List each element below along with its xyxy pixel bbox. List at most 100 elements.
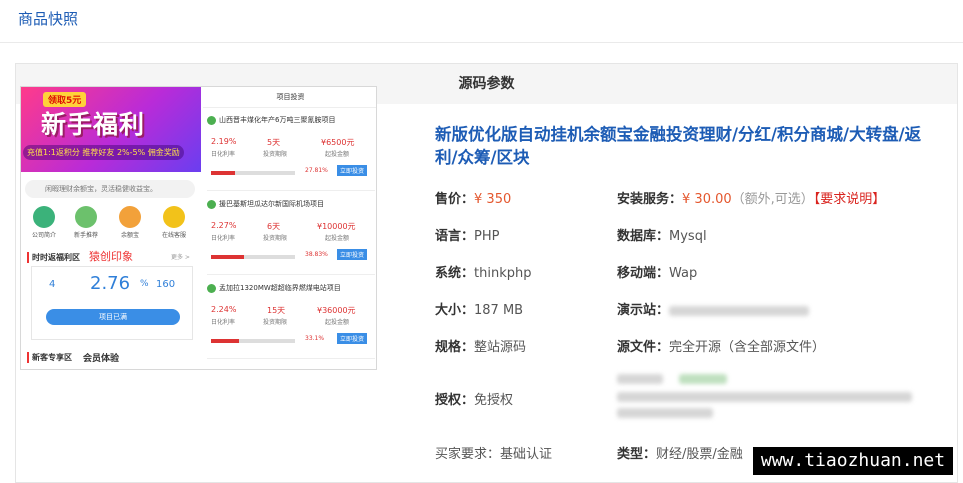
rate-main-value: 2.76 bbox=[90, 273, 131, 294]
install-note: （额外,可选） bbox=[731, 192, 814, 207]
spec-label: 规格： bbox=[435, 340, 475, 355]
thumb-left-column: 闲暇理财余额宝，灵活稳健收益宝。 公司简介 新手推荐 余额宝 在线客服 时时返福… bbox=[21, 172, 201, 369]
mobile-row: 移动端：Wap bbox=[617, 262, 697, 281]
system-label: 系统： bbox=[435, 266, 475, 281]
invest-button[interactable]: 立即投资 bbox=[337, 249, 368, 260]
project-amount: ¥36000元 bbox=[317, 306, 356, 315]
project-progress-bar bbox=[211, 255, 295, 259]
timed-section-title: 时时返福利区 bbox=[27, 252, 80, 263]
price-row: 售价：¥ 350 bbox=[435, 188, 511, 207]
buyer-label: 买家要求： bbox=[435, 447, 501, 462]
service-icon bbox=[163, 206, 185, 228]
system-value: thinkphp bbox=[474, 266, 532, 281]
project-days: 6天 bbox=[267, 222, 281, 231]
mobile-label: 移动端： bbox=[617, 266, 670, 281]
site-watermark: www.tiaozhuan.net bbox=[753, 447, 953, 475]
thumb-right-column: 项目投资 山西晋丰煤化年产6万吨三聚氰胺项目 2.19% 5天 ¥6500元 日… bbox=[203, 87, 376, 369]
system-row: 系统：thinkphp bbox=[435, 262, 531, 281]
language-value: PHP bbox=[474, 229, 500, 244]
blurred-line-1 bbox=[617, 374, 663, 384]
size-value: 187 MB bbox=[474, 303, 524, 318]
blurred-text-block bbox=[617, 372, 917, 418]
project-dot-icon bbox=[207, 115, 216, 125]
install-requirements-link[interactable]: 【要求说明】 bbox=[814, 192, 886, 207]
shortcut-icons: 公司简介 新手推荐 余额宝 在线客服 bbox=[25, 206, 197, 246]
invest-button[interactable]: 立即投资 bbox=[337, 333, 368, 344]
database-row: 数据库：Mysql bbox=[617, 225, 707, 244]
buyer-row: 买家要求：基础认证 bbox=[435, 443, 552, 462]
top-divider bbox=[0, 42, 963, 43]
buyer-value: 基础认证 bbox=[500, 447, 553, 462]
spec-value: 整站源码 bbox=[474, 340, 527, 355]
database-value: Mysql bbox=[669, 229, 707, 244]
project-item: 孟加拉1320MW超超临界燃煤电站项目 2.24% 15天 ¥36000元 日化… bbox=[207, 283, 375, 359]
rate-right-value: 160 bbox=[156, 279, 176, 290]
type-label: 类型： bbox=[617, 447, 657, 462]
project-percent: 38.83% bbox=[305, 251, 328, 258]
product-thumbnail[interactable]: 领取5元 新手福利 充值1:1返积分 推荐好友 2%-5% 佣金奖励 闲暇理财余… bbox=[20, 86, 377, 370]
project-rate: 2.27% bbox=[211, 221, 237, 230]
project-period-label: 投资期限 bbox=[263, 235, 288, 242]
language-row: 语言：PHP bbox=[435, 225, 499, 244]
price-value: ¥ 350 bbox=[474, 192, 512, 207]
files-label: 源文件： bbox=[617, 340, 670, 355]
project-item: 援巴基斯坦瓜达尔新国际机场项目 2.27% 6天 ¥10000元 日化利率 投资… bbox=[207, 199, 375, 275]
files-row: 源文件：完全开源（含全部源文件） bbox=[617, 336, 825, 355]
demo-row: 演示站： bbox=[617, 299, 810, 318]
rate-box: 4 2.76 % 160 项目已满 bbox=[31, 266, 193, 340]
project-period-label: 投资期限 bbox=[263, 151, 288, 158]
project-period-label: 投资期限 bbox=[263, 319, 288, 326]
shortcut-label-service: 在线客服 bbox=[161, 232, 186, 239]
banner-subline: 充值1:1返积分 推荐好友 2%-5% 佣金奖励 bbox=[23, 145, 184, 160]
notice-bar: 闲暇理财余额宝，灵活稳健收益宝。 bbox=[25, 180, 195, 198]
blurred-line-3 bbox=[617, 408, 713, 418]
project-list-heading: 项目投资 bbox=[203, 87, 376, 108]
project-percent: 33.1% bbox=[305, 335, 325, 342]
project-rate-label: 日化利率 bbox=[211, 235, 236, 242]
shortcut-label-invite: 新手推荐 bbox=[73, 232, 98, 239]
type-row: 类型：财经/股票/金融 bbox=[617, 443, 743, 462]
page-title: 商品快照 bbox=[18, 10, 79, 28]
product-title[interactable]: 新版优化版自动挂机余额宝金融投资理财/分红/积分商城/大转盘/返利/众筹/区块 bbox=[435, 123, 925, 169]
mobile-value: Wap bbox=[669, 266, 698, 281]
blurred-line-2 bbox=[617, 392, 912, 402]
banner-headline: 新手福利 bbox=[41, 110, 146, 139]
project-progress-bar bbox=[211, 171, 295, 175]
promo-banner: 领取5元 新手福利 充值1:1返积分 推荐好友 2%-5% 佣金奖励 bbox=[21, 87, 201, 172]
project-item: 山西晋丰煤化年产6万吨三聚氰胺项目 2.19% 5天 ¥6500元 日化利率 投… bbox=[207, 115, 375, 191]
project-amount: ¥10000元 bbox=[317, 222, 356, 231]
demo-label: 演示站： bbox=[617, 303, 670, 318]
shortcut-label-yuebao: 余额宝 bbox=[120, 232, 139, 239]
project-rate-label: 日化利率 bbox=[211, 319, 236, 326]
files-value: 完全开源（含全部源文件） bbox=[669, 340, 826, 355]
price-label: 售价： bbox=[435, 192, 475, 207]
project-title: 山西晋丰煤化年产6万吨三聚氰胺项目 bbox=[219, 116, 336, 124]
project-start-label: 起投金额 bbox=[325, 235, 350, 242]
blurred-line-1b bbox=[679, 374, 727, 384]
project-days: 5天 bbox=[267, 138, 281, 147]
language-label: 语言： bbox=[435, 229, 475, 244]
spec-row: 规格：整站源码 bbox=[435, 336, 526, 355]
auth-row: 授权：免授权 bbox=[435, 389, 513, 408]
project-rate: 2.19% bbox=[211, 137, 237, 146]
install-row: 安装服务：¥ 30.00（额外,可选）【要求说明】 bbox=[617, 188, 885, 207]
project-amount: ¥6500元 bbox=[321, 138, 355, 147]
shortcut-label-company: 公司简介 bbox=[31, 232, 56, 239]
invest-button[interactable]: 立即投资 bbox=[337, 165, 368, 176]
newcomer-section-title: 新客专享区 bbox=[27, 352, 72, 363]
project-dot-icon bbox=[207, 199, 216, 209]
install-label: 安装服务： bbox=[617, 192, 683, 207]
project-dot-icon bbox=[207, 283, 216, 293]
type-value: 财经/股票/金融 bbox=[656, 447, 743, 462]
project-days: 15天 bbox=[267, 306, 286, 315]
newcomer-section-sub: 会员体验 bbox=[83, 354, 120, 364]
demo-url-blurred[interactable] bbox=[669, 305, 810, 316]
rate-unit: % bbox=[140, 279, 149, 289]
signature-stamp: 猿创印象 bbox=[89, 250, 133, 263]
invite-icon bbox=[75, 206, 97, 228]
size-row: 大小：187 MB bbox=[435, 299, 523, 318]
rate-left-value: 4 bbox=[49, 279, 56, 290]
auth-label: 授权： bbox=[435, 393, 475, 408]
project-title: 援巴基斯坦瓜达尔新国际机场项目 bbox=[219, 200, 324, 208]
project-percent: 27.81% bbox=[305, 167, 328, 174]
